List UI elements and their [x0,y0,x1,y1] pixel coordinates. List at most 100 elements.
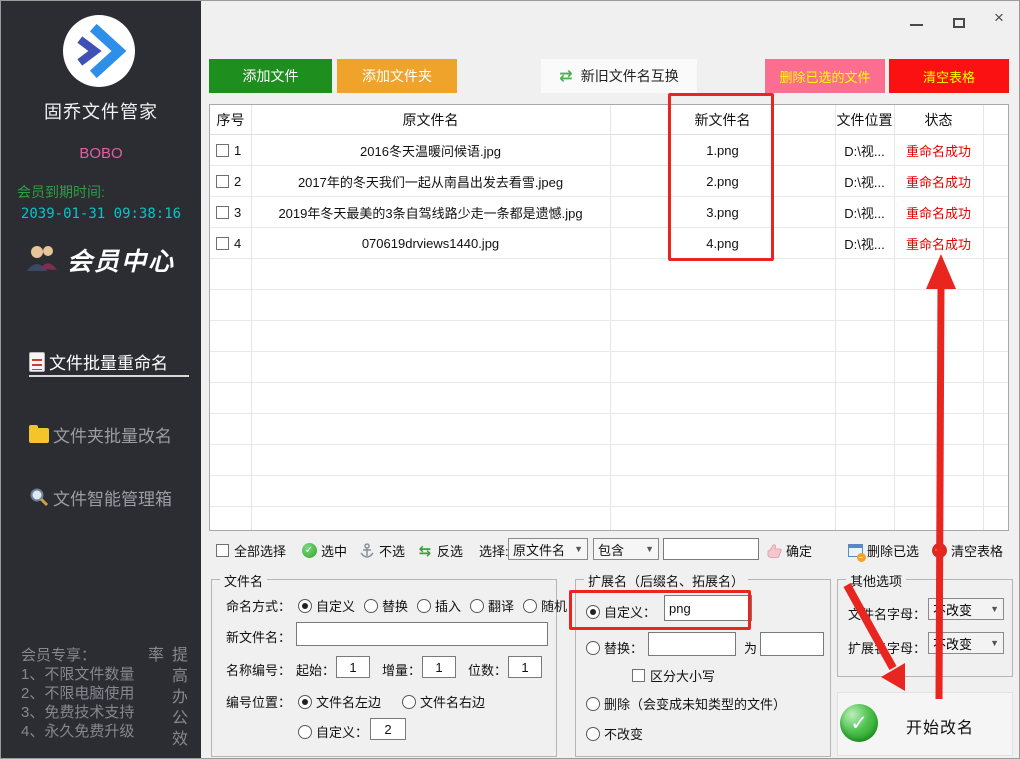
ext-custom-input[interactable] [664,595,752,621]
radio-random-naming[interactable]: 随机 [523,596,567,615]
clear-table-bottom-button[interactable]: ✚ 清空表格 [931,541,1003,560]
radio-icon[interactable] [298,695,312,709]
radio-replace-naming[interactable]: 替换 [364,596,408,615]
filename-panel: 文件名 命名方式： 自定义 替换 插入 翻译 随机 新文件名： 名称编号： 起始… [211,579,557,757]
column-header-status[interactable]: 状态 [894,105,983,135]
members-icon [25,243,59,278]
radio-icon[interactable] [586,605,600,619]
swap-old-new-names-button[interactable]: ⇄ 新旧文件名互换 [541,59,697,93]
radio-ext-custom[interactable]: 自定义： [586,602,656,621]
radio-insert-naming[interactable]: 插入 [417,596,461,615]
start-rename-button[interactable]: 开始改名 [906,714,974,738]
sidebar-item-batch-rename-folders[interactable]: 文件夹批量改名 [29,421,189,447]
extension-panel: 扩展名（后缀名、拓展名） 自定义： 替换： 为 区分大小写 删除（会变成未知类型… [575,579,831,757]
file-location-cell[interactable]: D:\视... [835,197,894,228]
add-folder-button[interactable]: 添加文件夹 [337,59,457,93]
start-number-input[interactable] [336,656,370,678]
new-filename-cell[interactable]: 2.png [610,166,835,197]
select-all-label: 全部选择 [234,541,286,560]
sidebar-item-smart-file-manager[interactable]: 文件智能管理箱 [29,484,189,510]
clear-table-label: 清空表格 [923,67,975,86]
table-row-checkbox-cell[interactable]: 2 [210,166,251,197]
radio-icon[interactable] [364,599,378,613]
radio-icon[interactable] [298,599,312,613]
radio-translate-naming[interactable]: 翻译 [470,596,514,615]
new-filename-cell[interactable]: 1.png [610,135,835,166]
radio-icon[interactable] [417,599,431,613]
radio-icon[interactable] [586,641,600,655]
benefit-line: 1、不限文件数量 [21,665,134,684]
digits-number-input[interactable] [508,656,542,678]
radio-ext-keep[interactable]: 不改变 [586,724,643,743]
start-check-icon[interactable]: ✓ [840,704,878,742]
radio-position-custom[interactable]: 自定义： [298,722,368,741]
sidebar-item-batch-rename-files[interactable]: 文件批量重命名 [29,351,189,377]
row-checkbox[interactable] [216,144,229,157]
row-checkbox[interactable] [216,206,229,219]
radio-ext-replace[interactable]: 替换： [586,638,643,657]
original-filename-cell[interactable]: 2019年冬天最美的3条自驾线路少走一条都是遗憾.jpg [251,197,610,228]
select-all-box[interactable] [216,544,229,557]
ext-case-dropdown[interactable]: 不改变 ▼ [928,632,1004,654]
delete-selected-files-button[interactable]: 删除已选的文件 [765,59,885,93]
delete-checked-label: 删除已选 [867,541,919,560]
ext-replace-from-input[interactable] [648,632,736,656]
add-file-button[interactable]: 添加文件 [209,59,332,93]
new-filename-input[interactable] [296,622,548,646]
row-number: 3 [234,205,241,220]
file-location-cell[interactable]: D:\视... [835,228,894,259]
maximize-button[interactable] [953,18,965,28]
row-number: 1 [234,143,241,158]
check-selected-button[interactable]: ✓ 选中 [301,541,347,560]
radio-icon[interactable] [586,727,600,741]
checkbox-icon[interactable] [632,669,645,682]
condition-dropdown[interactable]: 包含 ▼ [593,538,659,560]
row-checkbox[interactable] [216,237,229,250]
position-custom-input[interactable] [370,718,406,740]
radio-position-right[interactable]: 文件名右边 [402,692,485,711]
uncheck-button[interactable]: 不选 [359,541,405,560]
close-button[interactable]: × [994,9,1004,26]
delete-checked-button[interactable]: 删除已选 [847,541,919,560]
new-filename-cell[interactable]: 4.png [610,228,835,259]
radio-ext-delete[interactable]: 删除（会变成未知类型的文件） [586,694,786,713]
keyword-input[interactable] [663,538,759,560]
row-checkbox[interactable] [216,175,229,188]
original-filename-cell[interactable]: 2017年的冬天我们一起从南昌出发去看雪.jpeg [251,166,610,197]
username: BOBO [1,145,201,162]
original-filename-cell[interactable]: 2016冬天温暖问候语.jpg [251,135,610,166]
table-row-checkbox-cell[interactable]: 1 [210,135,251,166]
confirm-label: 确定 [786,541,812,560]
radio-icon[interactable] [402,695,416,709]
file-location-cell[interactable]: D:\视... [835,166,894,197]
radio-custom-naming[interactable]: 自定义 [298,596,355,615]
field-dropdown[interactable]: 原文件名 ▼ [508,538,588,560]
column-header-new-name[interactable]: 新文件名 [610,105,835,135]
radio-position-left[interactable]: 文件名左边 [298,692,381,711]
file-location-cell[interactable]: D:\视... [835,135,894,166]
radio-icon[interactable] [298,725,312,739]
radio-icon[interactable] [470,599,484,613]
column-header-location[interactable]: 文件位置 [835,105,894,135]
minimize-button[interactable] [910,24,923,26]
invert-arrows-icon: ⇆ [419,542,432,560]
select-all-checkbox[interactable]: 全部选择 [216,541,286,560]
invert-selection-button[interactable]: ⇆ 反选 [417,541,463,560]
new-filename-cell[interactable]: 3.png [610,197,835,228]
original-filename-cell[interactable]: 070619drviews1440.jpg [251,228,610,259]
table-row-checkbox-cell[interactable]: 4 [210,228,251,259]
table-row-checkbox-cell[interactable]: 3 [210,197,251,228]
filename-panel-title: 文件名 [220,571,267,590]
member-center-button[interactable]: 会员中心 [25,239,185,281]
swap-arrows-icon: ⇄ [559,66,572,86]
column-header-original-name[interactable]: 原文件名 [251,105,610,135]
filename-case-dropdown[interactable]: 不改变 ▼ [928,598,1004,620]
step-number-input[interactable] [422,656,456,678]
ext-replace-to-input[interactable] [760,632,824,656]
column-header-seq[interactable]: 序号 [210,105,251,135]
case-sensitive-checkbox[interactable]: 区分大小写 [632,666,715,685]
radio-icon[interactable] [523,599,537,613]
confirm-button[interactable]: 确定 [766,541,812,560]
radio-icon[interactable] [586,697,600,711]
clear-table-button[interactable]: 清空表格 [889,59,1009,93]
